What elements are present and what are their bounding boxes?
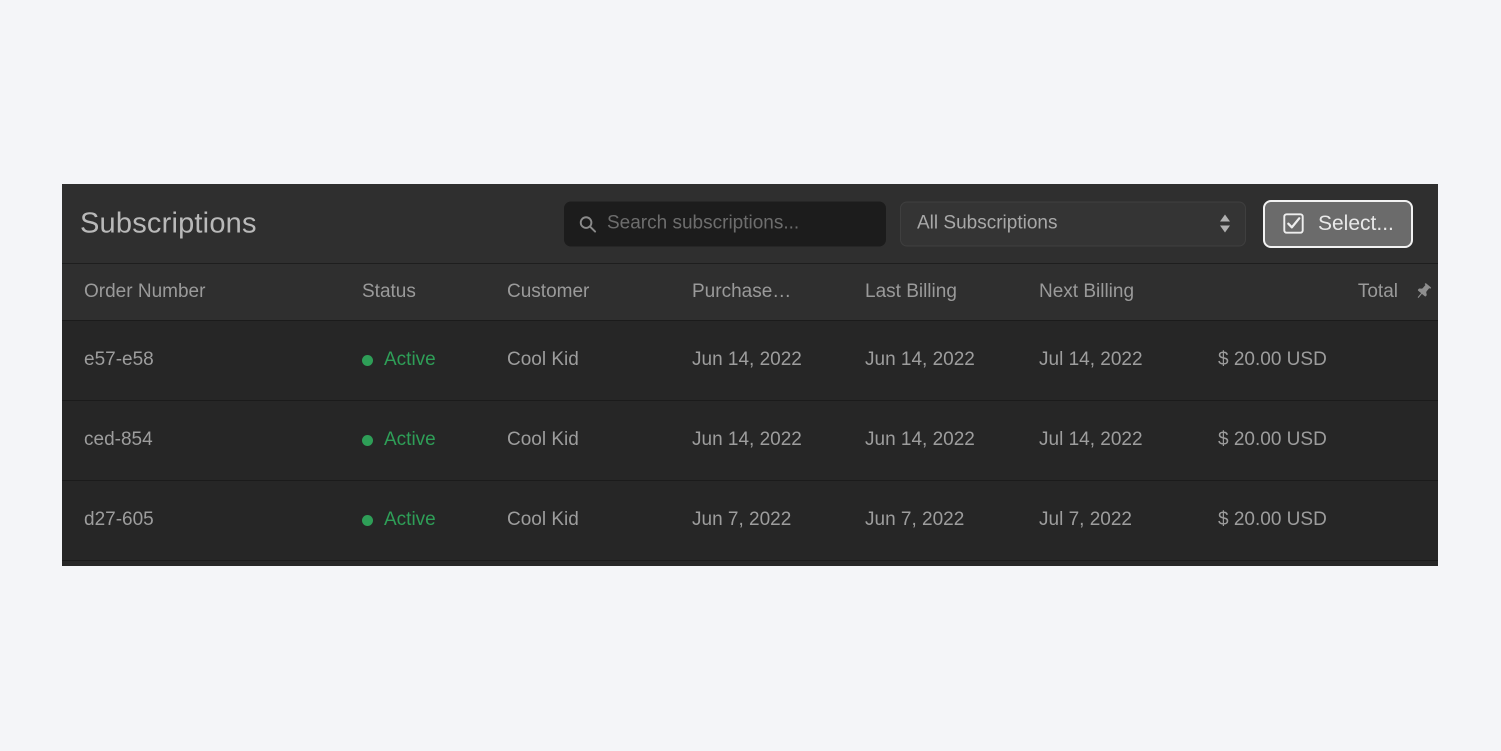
column-header-pin[interactable]	[1412, 264, 1438, 321]
cell-customer: Cool Kid	[507, 429, 579, 450]
status-badge: Active	[362, 481, 507, 560]
card-toolbar: Subscriptions All Subscriptions	[62, 184, 1438, 264]
cell-last-billing: Jun 14, 2022	[865, 429, 975, 450]
cell-last-billing: Jun 14, 2022	[865, 349, 975, 370]
cell-pin	[1412, 480, 1438, 560]
cell-order-number: ced-854	[84, 429, 153, 450]
cell-customer: Cool Kid	[507, 349, 579, 370]
status-dot-icon	[362, 354, 373, 366]
column-header-total[interactable]: Total	[1218, 264, 1412, 321]
cell-purchase-date: Jun 14, 2022	[692, 429, 802, 450]
table-row[interactable]: d27-605 Active Cool Kid Jun 7, 2022 Jun …	[62, 480, 1438, 560]
status-badge: Active	[362, 401, 507, 480]
cell-next-billing: Jul 14, 2022	[1039, 429, 1143, 450]
search-icon	[578, 214, 597, 233]
cell-customer: Cool Kid	[507, 509, 579, 530]
cell-total: $ 20.00 USD	[1218, 509, 1327, 530]
column-header-customer[interactable]: Customer	[507, 264, 692, 321]
cell-pin	[1412, 320, 1438, 400]
column-header-purchase-date[interactable]: Purchase…	[692, 264, 865, 321]
cell-purchase-date: Jun 14, 2022	[692, 349, 802, 370]
status-badge: Active	[362, 321, 507, 400]
status-dot-icon	[362, 434, 373, 446]
cell-status: Active	[362, 320, 507, 400]
cell-total: $ 20.00 USD	[1218, 349, 1327, 370]
updown-chevron-icon	[1219, 213, 1231, 235]
subscriptions-card: Subscriptions All Subscriptions	[62, 184, 1438, 566]
cell-pin	[1412, 400, 1438, 480]
table-head: Order Number Status Customer Purchase… L…	[62, 264, 1438, 321]
cell-status: Active	[362, 480, 507, 560]
status-label: Active	[384, 349, 436, 370]
page-root: Subscriptions All Subscriptions	[0, 0, 1501, 751]
select-button-label: Select...	[1318, 211, 1394, 235]
column-header-last-billing[interactable]: Last Billing	[865, 264, 1039, 321]
cell-next-billing: Jul 7, 2022	[1039, 509, 1132, 530]
table-row[interactable]: ced-854 Active Cool Kid Jun 14, 2022 Jun…	[62, 400, 1438, 480]
table-row[interactable]: e57-e58 Active Cool Kid Jun 14, 2022 Jun…	[62, 320, 1438, 400]
cell-order-number: e57-e58	[84, 349, 154, 370]
table-body: e57-e58 Active Cool Kid Jun 14, 2022 Jun…	[62, 320, 1438, 560]
cell-order-number: d27-605	[84, 509, 154, 530]
checkbox-checked-icon	[1282, 212, 1305, 235]
status-label: Active	[384, 509, 436, 530]
cell-purchase-date: Jun 7, 2022	[692, 509, 792, 530]
status-label: Active	[384, 429, 436, 450]
subscription-filter-select[interactable]: All Subscriptions	[900, 201, 1246, 246]
cell-status: Active	[362, 400, 507, 480]
column-header-status[interactable]: Status	[362, 264, 507, 321]
column-header-next-billing[interactable]: Next Billing	[1039, 264, 1218, 321]
search-field[interactable]	[564, 201, 886, 246]
search-input[interactable]	[597, 212, 886, 235]
subscriptions-table: Order Number Status Customer Purchase… L…	[62, 264, 1438, 561]
cell-total: $ 20.00 USD	[1218, 429, 1327, 450]
table-header-row: Order Number Status Customer Purchase… L…	[62, 264, 1438, 321]
status-dot-icon	[362, 514, 373, 526]
pushpin-icon	[1412, 281, 1434, 303]
cell-next-billing: Jul 14, 2022	[1039, 349, 1143, 370]
select-button[interactable]: Select...	[1263, 199, 1413, 248]
page-title: Subscriptions	[80, 207, 257, 239]
subscription-filter-value: All Subscriptions	[917, 212, 1058, 234]
column-header-order-number[interactable]: Order Number	[62, 264, 362, 321]
cell-last-billing: Jun 7, 2022	[865, 509, 965, 530]
